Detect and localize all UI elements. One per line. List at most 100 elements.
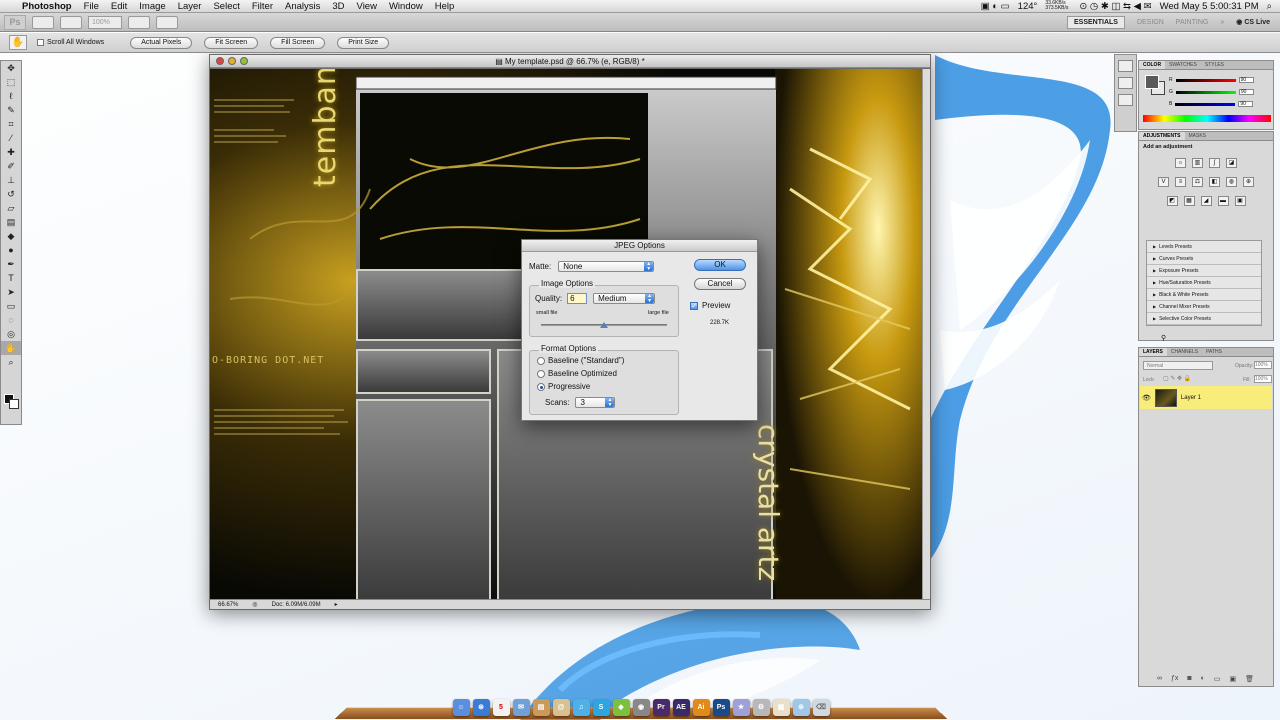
format-baseline-standard-dot[interactable] — [537, 356, 545, 365]
preset-black-white[interactable]: Black & White Presets — [1147, 289, 1261, 301]
fit-screen-button[interactable]: Fit Screen — [204, 36, 259, 49]
quick-select-tool-icon[interactable]: ✎ — [1, 103, 21, 117]
dodge-tool-icon[interactable]: ● — [1, 243, 21, 257]
stamp-tool-icon[interactable]: ⊥ — [1, 173, 21, 187]
scroll-all-windows-box[interactable] — [37, 39, 44, 46]
channel-r-value[interactable]: 90 — [1238, 77, 1254, 83]
dock-downloads-icon[interactable]: ⊚ — [792, 699, 810, 716]
3d-rotate-tool-icon[interactable]: ◌ — [1, 313, 21, 327]
background-color-swatch[interactable] — [9, 399, 19, 409]
crop-tool-icon[interactable]: ⌗ — [1, 117, 21, 131]
format-baseline-optimized-radio[interactable]: Baseline Optimized — [537, 369, 617, 378]
menu-view[interactable]: View — [357, 1, 377, 12]
preset-levels[interactable]: Levels Presets — [1147, 241, 1261, 253]
new-layer-icon[interactable]: ▣ — [1230, 675, 1237, 683]
menu-layer[interactable]: Layer — [178, 1, 202, 12]
dock-illustrator-icon[interactable]: Ai — [692, 699, 710, 716]
menu-image[interactable]: Image — [139, 1, 165, 12]
zoom-window-button[interactable] — [240, 57, 248, 65]
menu-file[interactable]: File — [84, 1, 99, 12]
dock-folder-icon[interactable]: ▦ — [772, 699, 790, 716]
menu-analysis[interactable]: Analysis — [285, 1, 320, 12]
quality-preset-select[interactable]: Medium ▲ ▼ — [593, 293, 656, 304]
new-adjustment-icon[interactable]: ◐ — [1201, 675, 1205, 683]
status-zoom[interactable]: 66.67% — [218, 602, 238, 608]
arrange-documents-button[interactable] — [128, 15, 150, 29]
dock-mail-icon[interactable]: ✉ — [512, 699, 530, 716]
tab-layers[interactable]: LAYERS — [1139, 348, 1167, 356]
dock-photoshop-icon[interactable]: Ps — [712, 699, 730, 716]
vibrance-icon[interactable]: V — [1158, 177, 1169, 187]
opacity-input[interactable]: 100% — [1254, 361, 1272, 369]
threshold-icon[interactable]: ◢ — [1200, 196, 1212, 206]
delete-layer-icon[interactable]: 🗑 — [1245, 675, 1254, 683]
clock[interactable]: Wed May 5 5:00:31 PM — [1160, 1, 1259, 12]
tab-masks[interactable]: MASKS — [1185, 132, 1211, 140]
layer-mask-icon[interactable]: ◙ — [1187, 675, 1191, 683]
document-vertical-scrollbar[interactable] — [922, 69, 930, 601]
dock-ical-icon[interactable]: 5 — [492, 699, 510, 716]
workspace-painting[interactable]: PAINTING — [1176, 19, 1209, 26]
preview-checkbox[interactable]: ✓ Preview — [690, 301, 730, 310]
fill-screen-button[interactable]: Fill Screen — [270, 36, 326, 49]
adjustments-footer-icon[interactable]: ⚲ — [1161, 334, 1166, 342]
format-baseline-optimized-dot[interactable] — [537, 369, 545, 378]
channel-g-value[interactable]: 90 — [1238, 89, 1254, 95]
tab-swatches[interactable]: SWATCHES — [1165, 61, 1201, 69]
format-progressive-dot[interactable] — [537, 382, 545, 391]
preset-selective-color[interactable]: Selective Color Presets — [1147, 313, 1261, 325]
actions-panel-icon[interactable] — [1118, 77, 1133, 89]
menu-filter[interactable]: Filter — [252, 1, 273, 12]
posterize-icon[interactable]: ▦ — [1183, 196, 1195, 206]
tab-styles[interactable]: STYLES — [1201, 61, 1228, 69]
actual-pixels-button[interactable]: Actual Pixels — [130, 36, 193, 49]
new-group-icon[interactable]: ▭ — [1214, 675, 1221, 683]
link-layers-icon[interactable]: ∞ — [1157, 675, 1162, 683]
preset-exposure[interactable]: Exposure Presets — [1147, 265, 1261, 277]
workspace-design[interactable]: DESIGN — [1137, 19, 1164, 26]
color-balance-icon[interactable]: ⚖ — [1192, 177, 1203, 187]
channel-b-slider[interactable] — [1175, 102, 1236, 106]
preset-channel-mixer[interactable]: Channel Mixer Presets — [1147, 301, 1261, 313]
layer-name[interactable]: Layer 1 — [1181, 395, 1201, 401]
dock-imovie-icon[interactable]: ★ — [732, 699, 750, 716]
color-spectrum-bar[interactable] — [1143, 115, 1271, 122]
menu-edit[interactable]: Edit — [111, 1, 127, 12]
menu-help[interactable]: Help — [435, 1, 455, 12]
workspace-essentials[interactable]: ESSENTIALS — [1067, 15, 1125, 29]
dock-safari-icon[interactable]: ⊛ — [472, 699, 490, 716]
channel-g-slider[interactable] — [1175, 90, 1236, 94]
type-tool-icon[interactable]: T — [1, 271, 21, 285]
black-white-icon[interactable]: ◧ — [1209, 177, 1220, 187]
healing-tool-icon[interactable]: ✚ — [1, 145, 21, 159]
document-titlebar[interactable]: ▤ My template.psd @ 66.7% (e, RGB/8) * — [210, 55, 930, 68]
character-panel-icon[interactable] — [1118, 94, 1133, 106]
channel-r-slider[interactable] — [1175, 78, 1236, 82]
dock-globe-icon[interactable]: ◉ — [632, 699, 650, 716]
matte-select[interactable]: None ▲ ▼ — [558, 261, 655, 272]
history-brush-tool-icon[interactable]: ↺ — [1, 187, 21, 201]
cs-live-button[interactable]: ◉ CS Live — [1236, 18, 1270, 26]
hand-tool-icon[interactable]: ✋ — [1, 341, 21, 355]
lasso-tool-icon[interactable]: ℓ — [1, 89, 21, 103]
view-extras-button[interactable] — [60, 15, 82, 29]
selective-color-icon[interactable]: ▣ — [1234, 196, 1246, 206]
sync-icons[interactable]: ⊙ ◷ ✱ ◫ ⇆ ◀ ✉ — [1079, 1, 1151, 12]
quality-input[interactable]: 6 — [567, 293, 588, 304]
launch-bridge-button[interactable] — [32, 15, 54, 29]
photo-filter-icon[interactable]: ◍ — [1226, 177, 1237, 187]
format-progressive-radio[interactable]: Progressive — [537, 382, 590, 391]
hand-tool-preset-icon[interactable]: ✋ — [9, 35, 27, 50]
preview-check-icon[interactable]: ✓ — [690, 301, 698, 310]
dock-preview-icon[interactable]: ▤ — [532, 699, 550, 716]
tab-adjustments[interactable]: ADJUSTMENTS — [1139, 132, 1185, 140]
3d-orbit-tool-icon[interactable]: ◎ — [1, 327, 21, 341]
close-window-button[interactable] — [216, 57, 224, 65]
curves-icon[interactable]: ∫ — [1209, 158, 1220, 168]
brush-tool-icon[interactable]: ✐ — [1, 159, 21, 173]
layer-visibility-eye-icon[interactable]: 👁 — [1142, 394, 1151, 402]
format-baseline-standard-radio[interactable]: Baseline ("Standard") — [537, 356, 624, 365]
menu-window[interactable]: Window — [389, 1, 423, 12]
quality-slider-thumb[interactable] — [600, 322, 608, 328]
preset-hue-saturation[interactable]: Hue/Saturation Presets — [1147, 277, 1261, 289]
